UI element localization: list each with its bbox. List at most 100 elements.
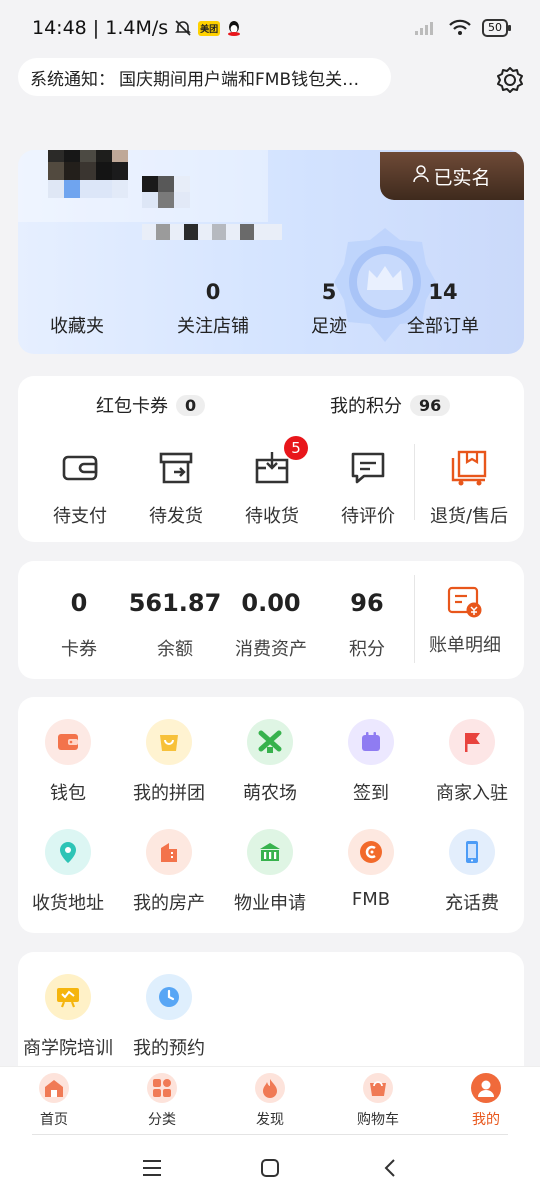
stat-followed-shops[interactable]: 0 关注店铺 [158, 280, 268, 338]
service-training[interactable]: 商学院培训 [18, 974, 118, 1060]
asset-label: 积分 [349, 639, 385, 660]
coupon-points-row: 红包卡券 0 我的积分 96 [18, 392, 524, 422]
signal-icon [414, 20, 438, 36]
service-label: 我的预约 [133, 1038, 205, 1059]
service-merchant-join[interactable]: 商家入驻 [422, 719, 522, 805]
notice-text: 国庆期间用户端和FMB钱包关… [119, 69, 360, 90]
box-out-icon [156, 448, 196, 488]
assets-card: 0 卡券 561.87 余额 0.00 消费资产 96 积分 账单明细 [18, 561, 524, 679]
notice-label: 系统通知： [30, 69, 115, 90]
bill-icon [410, 585, 520, 618]
service-label: 钱包 [50, 783, 86, 804]
back-arrow-icon[interactable] [374, 1152, 406, 1184]
tab-cart[interactable]: 购物车 [338, 1073, 418, 1129]
wallet-icon [45, 719, 91, 765]
user-outline-icon [413, 164, 430, 188]
service-label: 签到 [353, 783, 389, 804]
return-icon [449, 448, 489, 488]
service-label: FMB [351, 889, 391, 910]
user-icon [471, 1073, 501, 1103]
service-farm[interactable]: 萌农场 [220, 719, 320, 805]
asset-label: 消费资产 [235, 639, 307, 660]
order-badge: 5 [284, 436, 308, 460]
bank-icon [247, 829, 293, 875]
coupon-label: 红包卡券 [96, 396, 168, 417]
system-notice[interactable]: 系统通知： 国庆期间用户端和FMB钱包关… [18, 58, 391, 96]
service-label: 物业申请 [234, 893, 306, 914]
points-link[interactable]: 我的积分 96 [330, 392, 451, 418]
avatar[interactable] [48, 150, 128, 198]
tab-label: 发现 [256, 1112, 284, 1128]
service-checkin[interactable]: 签到 [321, 719, 421, 805]
bill-label: 账单明细 [429, 635, 501, 656]
home-square-icon[interactable] [254, 1152, 286, 1184]
qq-penguin-icon [226, 19, 242, 37]
tab-label: 我的 [472, 1112, 500, 1128]
stat-footprints[interactable]: 5 足迹 [274, 280, 384, 338]
username-blurred [142, 176, 190, 208]
home-icon [39, 1073, 69, 1103]
service-label: 我的拼团 [133, 783, 205, 804]
location-icon [45, 829, 91, 875]
fmb-coin-icon [348, 829, 394, 875]
asset-coupons[interactable]: 0 卡券 [24, 589, 134, 661]
service-label: 我的房产 [133, 893, 205, 914]
status-bar: 14:48 | 1.4M/s 美团 50 [0, 0, 540, 56]
asset-balance[interactable]: 561.87 余额 [120, 589, 230, 661]
cart-icon [363, 1073, 393, 1103]
coupon-link[interactable]: 红包卡券 0 [96, 392, 206, 418]
service-wallet[interactable]: 钱包 [18, 719, 118, 805]
tab-category[interactable]: 分类 [122, 1073, 202, 1129]
service-fmb[interactable]: FMB [321, 829, 421, 910]
stat-num: 0 [205, 280, 221, 304]
user-id-blurred [142, 224, 288, 240]
order-label: 待评价 [341, 506, 395, 527]
stat-label: 全部订单 [407, 316, 479, 337]
order-pending-shipment[interactable]: 待发货 [128, 448, 224, 528]
bill-details[interactable]: 账单明细 [410, 585, 520, 657]
points-count: 96 [410, 394, 451, 416]
coupon-count: 0 [176, 394, 206, 416]
service-appointment[interactable]: 我的预约 [119, 974, 219, 1060]
battery-icon: 50 [482, 19, 511, 37]
stat-favorites[interactable]: 收藏夹 [22, 280, 132, 338]
stat-all-orders[interactable]: 14 全部订单 [388, 280, 498, 338]
shopping-bag-icon [146, 719, 192, 765]
bottom-tab-bar: 首页 分类 发现 购物车 我的 [0, 1066, 540, 1136]
service-group-buy[interactable]: 我的拼团 [119, 719, 219, 805]
order-pending-payment[interactable]: 待支付 [32, 448, 128, 528]
service-label: 萌农场 [243, 783, 297, 804]
service-property-apply[interactable]: 物业申请 [220, 829, 320, 915]
asset-num: 561.87 [128, 589, 222, 617]
asset-points[interactable]: 96 积分 [312, 589, 422, 661]
calendar-icon [348, 719, 394, 765]
tab-discover[interactable]: 发现 [230, 1073, 310, 1129]
verified-badge[interactable]: 已实名 [380, 152, 524, 200]
wallet-icon [60, 448, 100, 488]
order-pending-review[interactable]: 待评价 [320, 448, 416, 528]
stat-label: 关注店铺 [177, 316, 249, 337]
wifi-icon [448, 19, 472, 37]
service-label: 收货地址 [32, 893, 104, 914]
tab-home[interactable]: 首页 [14, 1073, 94, 1129]
service-property[interactable]: 我的房产 [119, 829, 219, 915]
service-phone-topup[interactable]: 充话费 [422, 829, 522, 915]
service-address[interactable]: 收货地址 [18, 829, 118, 915]
tab-mine[interactable]: 我的 [446, 1073, 526, 1129]
order-label: 待支付 [53, 506, 107, 527]
flag-icon [449, 719, 495, 765]
building-icon [146, 829, 192, 875]
services-card: 钱包 我的拼团 萌农场 签到 商家入驻 收货地址 我的房产 物业申请 FMB 充… [18, 697, 524, 933]
mute-bell-icon [174, 19, 192, 37]
stat-num: 5 [321, 280, 337, 304]
package-icon: 5 [252, 436, 308, 488]
comment-icon [348, 448, 388, 488]
menu-icon[interactable] [136, 1152, 168, 1184]
asset-num: 0 [70, 589, 88, 617]
order-pending-receipt[interactable]: 5 待收货 [224, 436, 320, 528]
asset-consumption[interactable]: 0.00 消费资产 [216, 589, 326, 661]
order-return-aftersales[interactable]: 退货/售后 [414, 448, 524, 528]
points-label: 我的积分 [330, 396, 402, 417]
settings-gear-icon[interactable] [494, 64, 526, 96]
service-label: 商学院培训 [23, 1038, 113, 1059]
